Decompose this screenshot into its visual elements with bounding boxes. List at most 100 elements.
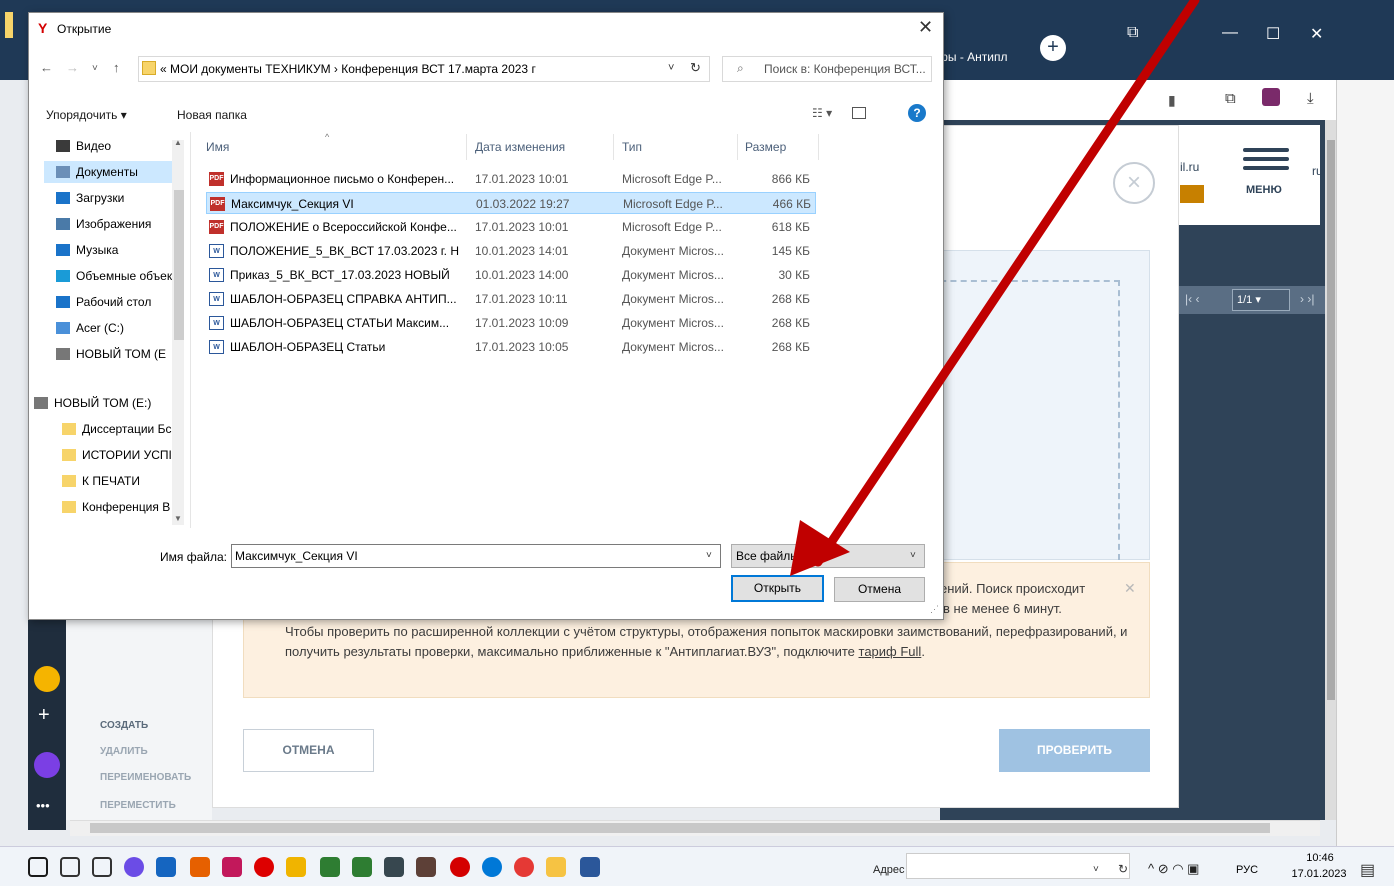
- address-dropdown-icon[interactable]: ˅: [668, 62, 674, 74]
- create-button[interactable]: СОЗДАТЬ: [100, 720, 148, 731]
- firefox-icon[interactable]: [190, 857, 210, 877]
- search-input[interactable]: Поиск в: Конференция ВСТ...: [764, 62, 926, 76]
- recent-dropdown-icon[interactable]: ˅: [92, 63, 98, 74]
- nav-scroll-down-icon[interactable]: ▼: [174, 514, 182, 523]
- mail-icon[interactable]: [156, 857, 176, 877]
- nav-item[interactable]: Диссертации Бс: [62, 418, 190, 440]
- taskview-icon[interactable]: [92, 857, 112, 877]
- new-folder-button[interactable]: Новая папка: [177, 108, 247, 122]
- file-row[interactable]: PDF Информационное письмо о Конферен... 17…: [206, 168, 816, 190]
- yandex-assistant-icon[interactable]: [34, 666, 60, 692]
- column-size[interactable]: Размер: [745, 140, 786, 154]
- taskbar-refresh-icon[interactable]: ↻: [1118, 862, 1128, 876]
- horizontal-scrollbar-thumb[interactable]: [90, 823, 1270, 833]
- refresh-icon[interactable]: ↻: [690, 60, 701, 76]
- maximize-button[interactable]: ☐: [1266, 24, 1280, 44]
- notification-icon[interactable]: ▤: [1360, 860, 1375, 880]
- column-separator[interactable]: [613, 134, 614, 160]
- column-separator[interactable]: [818, 134, 819, 160]
- tariff-full-link[interactable]: тариф Full: [859, 644, 922, 659]
- rename-button[interactable]: ПЕРЕИМЕНОВАТЬ: [100, 772, 191, 783]
- shield-game-icon[interactable]: [416, 857, 436, 877]
- pager-next-icon[interactable]: › ›|: [1300, 292, 1314, 306]
- pager-prev-icon[interactable]: |‹ ‹: [1185, 292, 1199, 306]
- nav-item[interactable]: Объемные объекты: [56, 265, 184, 287]
- close-window-button[interactable]: ✕: [1310, 24, 1323, 44]
- nav-item[interactable]: К ПЕЧАТИ: [62, 470, 190, 492]
- filename-dropdown-icon[interactable]: ˅: [706, 550, 712, 561]
- dialog-cancel-button[interactable]: Отмена: [834, 577, 925, 602]
- start-icon[interactable]: [28, 857, 48, 877]
- browser-circle-icon[interactable]: [124, 857, 144, 877]
- file-row[interactable]: W ШАБЛОН-ОБРАЗЕЦ СТАТЬИ Максим... 17.01.20…: [206, 312, 816, 334]
- yandex-browser-icon[interactable]: [514, 857, 534, 877]
- file-row[interactable]: W ПОЛОЖЕНИЕ_5_ВК_ВСТ 17.03.2023 г. Н... 10…: [206, 240, 816, 262]
- browser-tab-title[interactable]: фы - Антипл: [938, 50, 1008, 64]
- resize-grip-icon[interactable]: ⋰: [930, 604, 940, 616]
- open-button[interactable]: Открыть: [731, 575, 824, 602]
- column-separator[interactable]: [737, 134, 738, 160]
- opera-icon[interactable]: [254, 857, 274, 877]
- file-row[interactable]: W ШАБЛОН-ОБРАЗЕЦ СПРАВКА АНТИП... 17.01.20…: [206, 288, 816, 310]
- nav-item[interactable]: Конференция В: [62, 496, 190, 518]
- explorer-icon[interactable]: [286, 857, 306, 877]
- minimize-button[interactable]: —: [1222, 24, 1238, 42]
- column-type[interactable]: Тип: [622, 140, 642, 154]
- nav-item[interactable]: ИСТОРИИ УСПІ: [62, 444, 190, 466]
- menu-label[interactable]: МЕНЮ: [1246, 184, 1282, 196]
- organize-button[interactable]: Упорядочить ▾: [46, 108, 127, 122]
- modal-close-button[interactable]: ×: [1113, 162, 1155, 204]
- help-icon[interactable]: ?: [908, 104, 926, 122]
- more-icon[interactable]: •••: [36, 798, 50, 813]
- search-icon[interactable]: [60, 857, 80, 877]
- nav-scrollbar-thumb[interactable]: [174, 190, 184, 340]
- column-separator[interactable]: [466, 134, 467, 160]
- move-button[interactable]: ПЕРЕМЕСТИТЬ: [100, 800, 176, 811]
- file-row[interactable]: PDF ПОЛОЖЕНИЕ о Всероссийской Конфе... 17.…: [206, 216, 816, 238]
- dialog-close-button[interactable]: ✕: [918, 17, 933, 38]
- hamburger-menu-icon[interactable]: [1243, 148, 1289, 175]
- file-row[interactable]: PDF Максимчук_Секция VI 01.03.2022 19:27 Mi…: [206, 192, 816, 214]
- page-scrollbar-thumb[interactable]: [1327, 140, 1335, 700]
- address-path[interactable]: « МОИ документы ТЕХНИКУМ › Конференция В…: [160, 62, 536, 76]
- filename-input[interactable]: Максимчук_Секция VI: [231, 544, 721, 568]
- edge-icon[interactable]: [482, 857, 502, 877]
- preview-pane-icon[interactable]: [852, 107, 866, 119]
- word-icon[interactable]: [580, 857, 600, 877]
- nav-item[interactable]: Acer (C:): [56, 317, 184, 339]
- photoshop-icon[interactable]: [222, 857, 242, 877]
- extension-icon[interactable]: [1262, 88, 1280, 106]
- check-button[interactable]: ПРОВЕРИТЬ: [999, 729, 1150, 772]
- nav-item[interactable]: Загрузки: [56, 187, 184, 209]
- nav-item[interactable]: Документы: [56, 161, 184, 183]
- photos-icon[interactable]: [320, 857, 340, 877]
- tab-switch-icon[interactable]: ⧉: [1127, 24, 1138, 42]
- nav-item[interactable]: НОВЫЙ ТОМ (E:): [34, 392, 162, 414]
- nav-item[interactable]: НОВЫЙ ТОМ (E: [56, 343, 184, 365]
- notes-icon[interactable]: [352, 857, 372, 877]
- view-options-icon[interactable]: ☷ ▾: [812, 106, 832, 120]
- collections-icon[interactable]: ⧉: [1225, 90, 1236, 107]
- new-tab-button[interactable]: +: [1040, 35, 1066, 61]
- clock-date[interactable]: 17.01.2023: [1287, 868, 1351, 880]
- nav-item[interactable]: Изображения: [56, 213, 184, 235]
- column-name[interactable]: Имя: [206, 140, 229, 154]
- download-icon[interactable]: ⤓: [1307, 90, 1314, 107]
- column-date[interactable]: Дата изменения: [475, 140, 565, 154]
- add-panel-icon[interactable]: +: [38, 704, 50, 727]
- nav-item[interactable]: Музыка: [56, 239, 184, 261]
- tariff-badge[interactable]: [1180, 185, 1204, 203]
- back-button[interactable]: ←: [40, 60, 53, 75]
- tank-game-icon[interactable]: [384, 857, 404, 877]
- bookmark-icon[interactable]: ▮: [1168, 92, 1176, 109]
- yandex-icon[interactable]: [450, 857, 470, 877]
- nav-scroll-up-icon[interactable]: ▲: [174, 138, 182, 147]
- language-indicator[interactable]: РУС: [1236, 864, 1258, 876]
- forward-button[interactable]: →: [66, 60, 79, 75]
- delete-button[interactable]: УДАЛИТЬ: [100, 746, 148, 757]
- file-row[interactable]: W Приказ_5_ВК_ВСТ_17.03.2023 НОВЫЙ 10.01.2…: [206, 264, 816, 286]
- taskbar-address-dropdown-icon[interactable]: ˅: [1093, 864, 1099, 875]
- up-button[interactable]: ↑: [113, 60, 120, 75]
- folder-icon[interactable]: [546, 857, 566, 877]
- warning-close-icon[interactable]: ✕: [1124, 580, 1136, 597]
